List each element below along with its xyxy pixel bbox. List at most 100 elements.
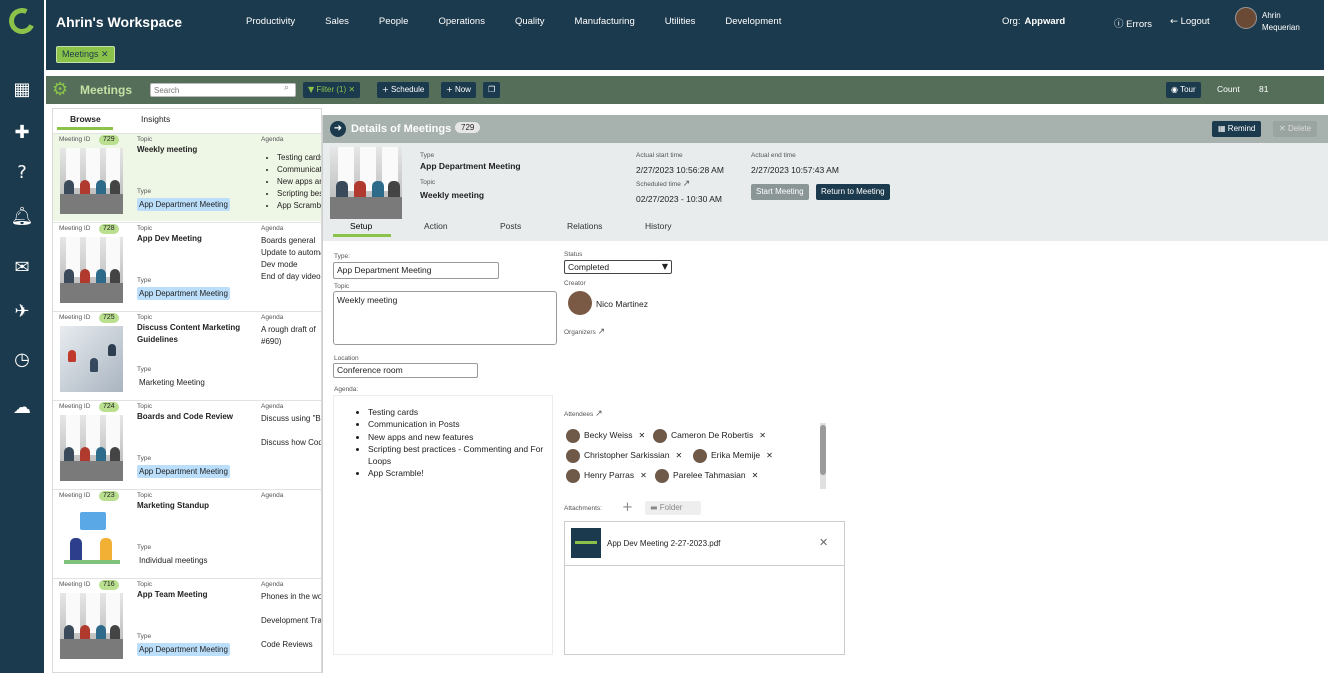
remind-button[interactable]: ▦ Remind: [1212, 121, 1262, 137]
workspace-title: Ahrin's Workspace: [56, 14, 182, 30]
nav-productivity[interactable]: Productivity: [246, 16, 295, 27]
attendee-chip[interactable]: Henry Parras ✕: [566, 467, 647, 483]
close-icon[interactable]: ✕: [101, 50, 109, 60]
attendee-chip[interactable]: Erika Memije ✕: [693, 447, 773, 463]
meeting-id-badge: 724: [99, 402, 119, 412]
search-input[interactable]: [150, 83, 296, 97]
edit-icon[interactable]: ↗: [595, 409, 603, 419]
tab-relations[interactable]: Relations: [567, 221, 602, 231]
list-item[interactable]: Meeting ID 725 Topic Discuss Content Mar…: [53, 311, 321, 399]
nav-sales[interactable]: Sales: [325, 16, 349, 27]
alert-icon: ⓘ: [1114, 19, 1124, 30]
status-select[interactable]: Completed ▼: [564, 260, 672, 274]
schedule-button[interactable]: + Schedule: [377, 82, 430, 98]
list-item[interactable]: Meeting ID 716 Topic App Team Meeting Ty…: [53, 578, 321, 666]
attendee-chip[interactable]: Parelee Tahmasian ✕: [655, 467, 758, 483]
avatar: [566, 428, 580, 443]
filter-label: Filter (1): [316, 85, 347, 94]
agenda-editor[interactable]: Testing cards Communication in Posts New…: [333, 395, 553, 655]
meeting-type: App Department Meeting: [137, 287, 230, 300]
logout-link[interactable]: ← Logout: [1170, 16, 1210, 27]
form-topic-label: Topic: [334, 283, 350, 290]
attendees-scrollbar[interactable]: [820, 423, 826, 489]
nav-people[interactable]: People: [379, 16, 409, 27]
tab-browse[interactable]: Browse: [70, 114, 101, 124]
remove-icon[interactable]: ✕: [752, 471, 759, 480]
agenda-item: Communication in Posts: [277, 164, 321, 176]
help-icon[interactable]: ?: [0, 161, 44, 185]
nav-manufacturing[interactable]: Manufacturing: [575, 16, 635, 27]
nav-development[interactable]: Development: [725, 16, 781, 27]
copy-button[interactable]: ❐: [483, 82, 501, 98]
remove-icon[interactable]: ✕: [639, 431, 646, 440]
nav-utilities[interactable]: Utilities: [665, 16, 696, 27]
running-icon[interactable]: ✈: [0, 300, 44, 324]
scrollbar-thumb[interactable]: [820, 425, 826, 475]
list-item[interactable]: Meeting ID 729 Topic Weekly meeting Type…: [53, 133, 321, 221]
remove-icon[interactable]: ✕: [759, 431, 766, 440]
edit-icon[interactable]: ↗: [683, 179, 691, 189]
nav-quality[interactable]: Quality: [515, 16, 545, 27]
tab-history[interactable]: History: [645, 221, 671, 231]
attachment-name[interactable]: App Dev Meeting 2-27-2023.pdf: [607, 539, 720, 548]
folder-button[interactable]: ▬ Folder: [645, 501, 701, 515]
remove-icon[interactable]: ✕: [640, 471, 647, 480]
chevron-down-icon: ▼: [661, 262, 668, 271]
remove-icon[interactable]: ✕: [676, 451, 683, 460]
add-icon[interactable]: ✚: [0, 121, 44, 145]
attendee-chip[interactable]: Christopher Sarkissian ✕: [566, 447, 682, 463]
bell-icon[interactable]: 🔔︎: [0, 205, 44, 229]
attendees-label: Attendees ↗: [564, 409, 603, 419]
clear-filter-icon[interactable]: ✕: [348, 85, 355, 94]
topic-textarea[interactable]: Weekly meeting: [333, 291, 557, 345]
list-item[interactable]: Meeting ID 728 Topic App Dev Meeting Typ…: [53, 222, 321, 310]
open-tab-meetings[interactable]: Meetings ✕: [56, 46, 115, 63]
add-attachment-icon[interactable]: +: [622, 500, 633, 515]
meeting-thumbnail: [60, 504, 123, 570]
return-to-meeting-button[interactable]: Return to Meeting: [816, 184, 890, 200]
errors-link[interactable]: ⓘ Errors: [1114, 16, 1152, 30]
attendee-chip[interactable]: Cameron De Robertis ✕: [653, 427, 766, 443]
start-meeting-button[interactable]: Start Meeting: [751, 184, 809, 200]
filter-button[interactable]: ▼ Filter (1) ✕: [303, 82, 361, 98]
pdf-thumbnail: [571, 528, 601, 558]
location-field[interactable]: Conference room: [333, 363, 478, 378]
attendee-chip[interactable]: Becky Weiss ✕: [566, 427, 645, 443]
nav-operations[interactable]: Operations: [438, 16, 484, 27]
arrow-right-icon[interactable]: ➜: [330, 121, 346, 137]
edit-icon[interactable]: ↗: [598, 327, 606, 337]
app-logo[interactable]: [5, 4, 39, 38]
list-item[interactable]: Meeting ID 723 Topic Marketing Standup T…: [53, 489, 321, 577]
search-icon[interactable]: ⌕: [284, 83, 289, 93]
agenda-line: [261, 627, 321, 639]
tour-button[interactable]: ◉ Tour: [1166, 82, 1201, 98]
delete-button[interactable]: ✕ Delete: [1273, 121, 1318, 137]
tab-insights[interactable]: Insights: [141, 114, 170, 124]
list-item[interactable]: Meeting ID 724 Topic Boards and Code Rev…: [53, 400, 321, 488]
type-label: Type: [137, 544, 152, 551]
details-summary: Type App Department Meeting Topic Weekly…: [323, 143, 1328, 241]
tab-action[interactable]: Action: [424, 221, 448, 231]
now-button[interactable]: + Now: [441, 82, 476, 98]
agenda-line: [261, 425, 321, 437]
close-icon[interactable]: ✕: [819, 536, 828, 549]
tab-setup[interactable]: Setup: [350, 221, 372, 231]
tab-posts[interactable]: Posts: [500, 221, 521, 231]
user-avatar[interactable]: [1235, 7, 1257, 29]
scheduled-time-label: Scheduled time ↗: [636, 179, 690, 189]
eye-icon: ◉: [1171, 85, 1178, 94]
clock-icon[interactable]: ◷: [0, 348, 44, 372]
type-field[interactable]: App Department Meeting: [333, 262, 499, 279]
attendee-name: Erika Memije: [711, 450, 761, 460]
apps-grid-icon[interactable]: ▦: [0, 78, 44, 102]
chat-icon[interactable]: ✉: [0, 256, 44, 280]
remove-icon[interactable]: ✕: [766, 451, 773, 460]
type-value: App Department Meeting: [420, 161, 521, 171]
avatar: [566, 468, 580, 483]
type-label: Type: [137, 366, 152, 373]
cloud-upload-icon[interactable]: ☁: [0, 396, 44, 420]
schedule-label: Schedule: [390, 85, 425, 94]
avatar: [655, 468, 669, 483]
org-indicator[interactable]: Org: Appward: [1002, 16, 1065, 27]
attachment-item[interactable]: App Dev Meeting 2-27-2023.pdf ✕: [565, 522, 844, 566]
